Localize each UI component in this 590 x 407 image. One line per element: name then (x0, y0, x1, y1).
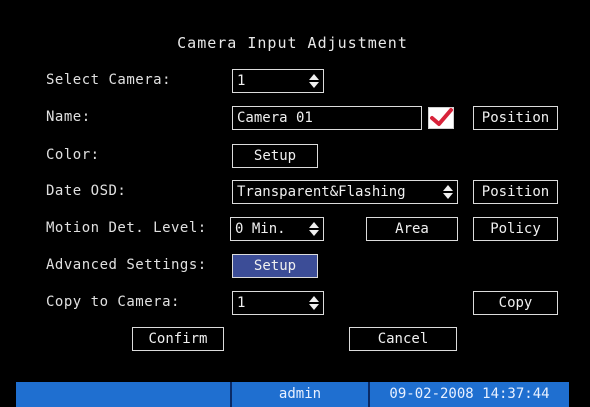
name-field[interactable]: Camera 01 (232, 106, 422, 130)
select-camera-value: 1 (237, 73, 246, 89)
spinner-icon (309, 222, 319, 236)
advanced-settings-label: Advanced Settings: (46, 257, 207, 273)
status-datetime: 09-02-2008 14:37:44 (368, 382, 569, 407)
copy-button[interactable]: Copy (473, 291, 558, 315)
motion-policy-button[interactable]: Policy (473, 217, 558, 241)
confirm-button[interactable]: Confirm (132, 327, 224, 351)
spinner-icon (309, 74, 319, 88)
date-osd-value: Transparent&Flashing (237, 184, 406, 200)
motion-level-label: Motion Det. Level: (46, 220, 207, 236)
copy-to-camera-dropdown[interactable]: 1 (232, 291, 324, 315)
checkmark-icon (430, 108, 453, 126)
spinner-icon (443, 185, 453, 199)
color-setup-button[interactable]: Setup (232, 144, 318, 168)
motion-level-value: 0 Min. (235, 221, 286, 237)
advanced-setup-button[interactable]: Setup (232, 254, 318, 278)
copy-to-camera-value: 1 (237, 295, 246, 311)
spinner-icon (309, 296, 319, 310)
copy-to-camera-label: Copy to Camera: (46, 294, 180, 310)
date-osd-label: Date OSD: (46, 183, 127, 199)
status-user: admin (230, 382, 368, 407)
name-value: Camera 01 (237, 110, 313, 126)
status-bar: admin 09-02-2008 14:37:44 (16, 382, 569, 407)
dialog-title: Camera Input Adjustment (177, 34, 408, 52)
motion-area-button[interactable]: Area (366, 217, 458, 241)
color-label: Color: (46, 147, 100, 163)
motion-level-dropdown[interactable]: 0 Min. (230, 217, 324, 241)
name-position-button[interactable]: Position (473, 106, 558, 130)
date-osd-dropdown[interactable]: Transparent&Flashing (232, 180, 458, 204)
select-camera-label: Select Camera: (46, 72, 172, 88)
name-label: Name: (46, 109, 91, 125)
date-osd-position-button[interactable]: Position (473, 180, 558, 204)
select-camera-dropdown[interactable]: 1 (232, 69, 324, 93)
cancel-button[interactable]: Cancel (349, 327, 457, 351)
name-osd-checkbox[interactable] (428, 107, 454, 129)
dialog-frame: Camera Input Adjustment Select Camera: 1… (16, 18, 569, 407)
